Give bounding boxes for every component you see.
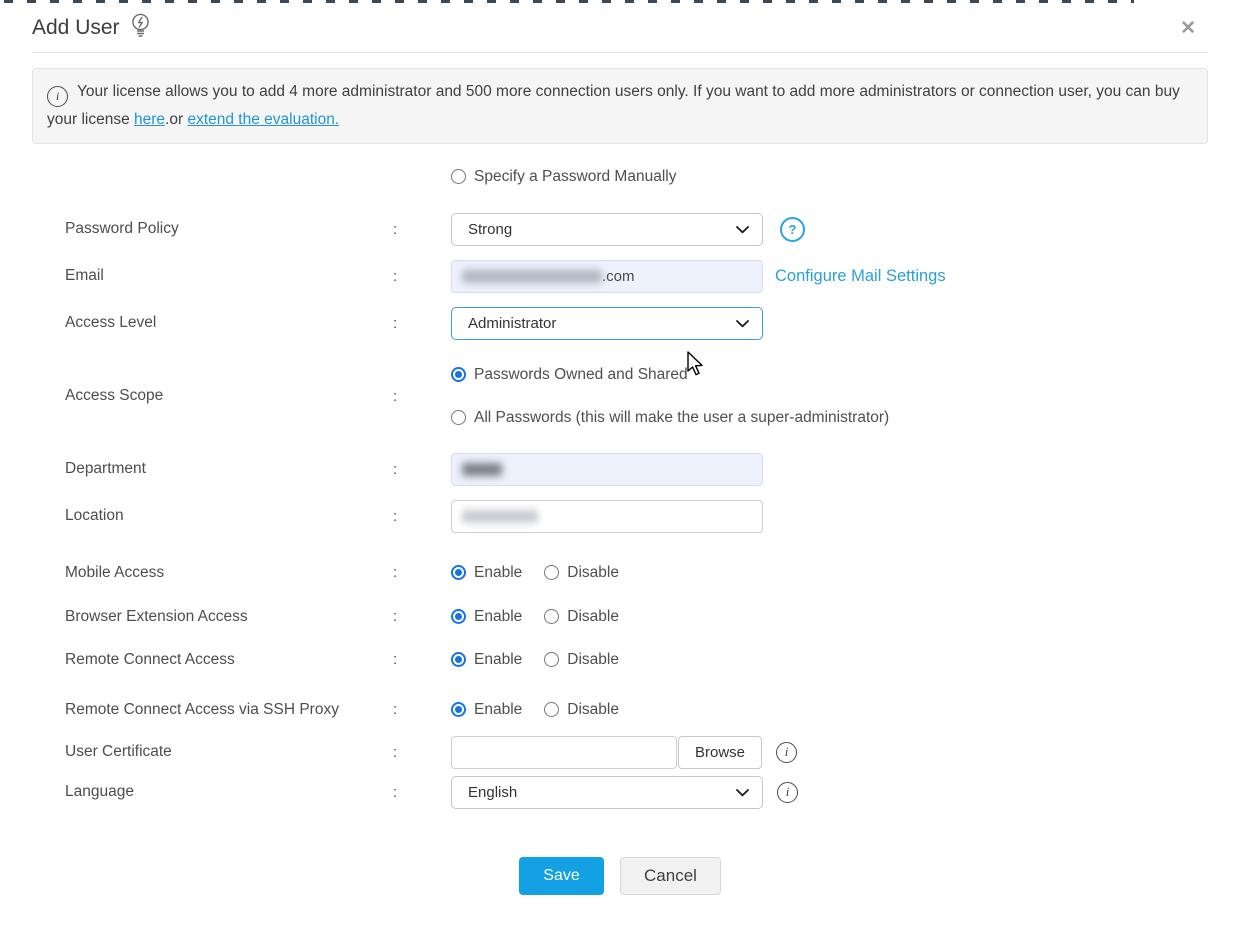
location-row: Location : xyxy=(0,500,1240,533)
redacted-location-text xyxy=(462,510,538,523)
radio-unchecked-icon[interactable] xyxy=(544,609,559,624)
top-border-artifact xyxy=(4,0,1134,3)
field-label-browser-extension-access: Browser Extension Access xyxy=(65,608,393,626)
remote-connect-disable-option[interactable]: Disable xyxy=(544,651,619,669)
language-row: Language : English i xyxy=(0,776,1240,809)
email-field[interactable]: .com xyxy=(451,260,763,293)
field-label-mobile-access: Mobile Access xyxy=(65,564,393,582)
colon: : xyxy=(393,651,451,668)
close-button[interactable]: ✕ xyxy=(1180,19,1196,38)
save-button[interactable]: Save xyxy=(519,857,604,895)
colon: : xyxy=(393,701,451,718)
field-label-access-scope: Access Scope xyxy=(65,387,393,405)
email-visible-suffix: .com xyxy=(602,268,635,285)
colon: : xyxy=(393,508,451,525)
hint-bulb-icon[interactable] xyxy=(130,12,151,40)
mobile-access-enable-option[interactable]: Enable xyxy=(451,564,522,582)
field-label-email: Email xyxy=(65,267,393,285)
footer-actions: Save Cancel xyxy=(0,857,1240,895)
remote-connect-ssh-row: Remote Connect Access via SSH Proxy : En… xyxy=(0,701,1240,719)
access-level-select[interactable]: Administrator xyxy=(451,307,763,340)
modal-header: Add User ✕ xyxy=(32,0,1208,53)
access-scope-all-label[interactable]: All Passwords (this will make the user a… xyxy=(474,409,889,427)
extend-evaluation-link[interactable]: extend the evaluation. xyxy=(187,111,339,128)
radio-checked-icon[interactable] xyxy=(451,367,466,382)
email-row: Email : .com Configure Mail Settings xyxy=(0,260,1240,293)
buy-license-link[interactable]: here xyxy=(134,111,165,128)
colon: : xyxy=(393,268,451,285)
access-scope-owned-option[interactable]: Passwords Owned and Shared xyxy=(451,366,688,384)
page-title: Add User xyxy=(32,16,120,40)
license-text-sep: .or xyxy=(165,111,187,128)
remote-connect-access-row: Remote Connect Access : Enable Disable xyxy=(0,651,1240,669)
user-certificate-row: User Certificate : Browse i xyxy=(0,736,1240,769)
browse-button[interactable]: Browse xyxy=(678,736,762,769)
access-scope-owned-label[interactable]: Passwords Owned and Shared xyxy=(474,366,688,384)
radio-checked-icon[interactable] xyxy=(451,609,466,624)
chevron-down-icon xyxy=(736,226,749,234)
location-field[interactable] xyxy=(451,500,763,533)
radio-unchecked-icon[interactable] xyxy=(451,410,466,425)
field-label-remote-connect-ssh: Remote Connect Access via SSH Proxy xyxy=(65,701,393,719)
browser-extension-access-row: Browser Extension Access : Enable Disabl… xyxy=(0,608,1240,626)
access-level-value: Administrator xyxy=(468,315,556,332)
language-value: English xyxy=(468,784,517,801)
field-label-access-level: Access Level xyxy=(65,314,393,332)
browser-extension-disable-option[interactable]: Disable xyxy=(544,608,619,626)
field-label-language: Language xyxy=(65,783,393,801)
remote-connect-ssh-enable-option[interactable]: Enable xyxy=(451,701,522,719)
info-icon[interactable]: i xyxy=(776,742,797,763)
colon: : xyxy=(393,564,451,581)
access-scope-all-option[interactable]: All Passwords (this will make the user a… xyxy=(451,409,889,427)
colon: : xyxy=(393,315,451,332)
chevron-down-icon xyxy=(736,789,749,797)
radio-checked-icon[interactable] xyxy=(451,565,466,580)
colon: : xyxy=(393,461,451,478)
redacted-email-text xyxy=(462,270,602,283)
mobile-access-disable-option[interactable]: Disable xyxy=(544,564,619,582)
radio-checked-icon[interactable] xyxy=(451,702,466,717)
colon: : xyxy=(393,388,451,405)
department-field[interactable] xyxy=(451,453,763,486)
field-label-location: Location xyxy=(65,507,393,525)
password-policy-select[interactable]: Strong xyxy=(451,213,763,246)
access-scope-row: Access Scope : Passwords Owned and Share… xyxy=(0,366,1240,427)
mobile-access-row: Mobile Access : Enable Disable xyxy=(0,564,1240,582)
remote-connect-enable-option[interactable]: Enable xyxy=(451,651,522,669)
configure-mail-settings-link[interactable]: Configure Mail Settings xyxy=(775,267,946,286)
specify-password-row: Specify a Password Manually xyxy=(0,168,1240,186)
info-icon[interactable]: i xyxy=(777,782,798,803)
user-certificate-input[interactable] xyxy=(451,736,677,769)
radio-unchecked-icon[interactable] xyxy=(544,652,559,667)
colon: : xyxy=(393,744,451,761)
access-level-row: Access Level : Administrator xyxy=(0,307,1240,340)
title-wrap: Add User xyxy=(32,16,151,40)
colon: : xyxy=(393,221,451,238)
radio-unchecked-icon[interactable] xyxy=(544,702,559,717)
cancel-button[interactable]: Cancel xyxy=(620,857,721,895)
chevron-down-icon xyxy=(736,320,749,328)
field-label-remote-connect-access: Remote Connect Access xyxy=(65,651,393,669)
password-policy-value: Strong xyxy=(468,221,512,238)
field-label-department: Department xyxy=(65,460,393,478)
specify-password-label[interactable]: Specify a Password Manually xyxy=(474,168,676,186)
browser-extension-enable-option[interactable]: Enable xyxy=(451,608,522,626)
colon: : xyxy=(393,608,451,625)
field-label-password-policy: Password Policy xyxy=(65,220,393,238)
help-icon[interactable]: ? xyxy=(780,217,805,242)
password-policy-row: Password Policy : Strong ? xyxy=(0,213,1240,246)
specify-password-option[interactable]: Specify a Password Manually xyxy=(451,168,676,186)
colon: : xyxy=(393,784,451,801)
field-label-user-certificate: User Certificate xyxy=(65,743,393,761)
redacted-department-text xyxy=(462,463,502,476)
license-banner: iYour license allows you to add 4 more a… xyxy=(32,68,1208,144)
radio-unchecked-icon[interactable] xyxy=(544,565,559,580)
radio-unchecked-icon[interactable] xyxy=(451,169,466,184)
department-row: Department : xyxy=(0,453,1240,486)
language-select[interactable]: English xyxy=(451,776,763,809)
info-icon: i xyxy=(47,86,68,107)
remote-connect-ssh-disable-option[interactable]: Disable xyxy=(544,701,619,719)
radio-checked-icon[interactable] xyxy=(451,652,466,667)
